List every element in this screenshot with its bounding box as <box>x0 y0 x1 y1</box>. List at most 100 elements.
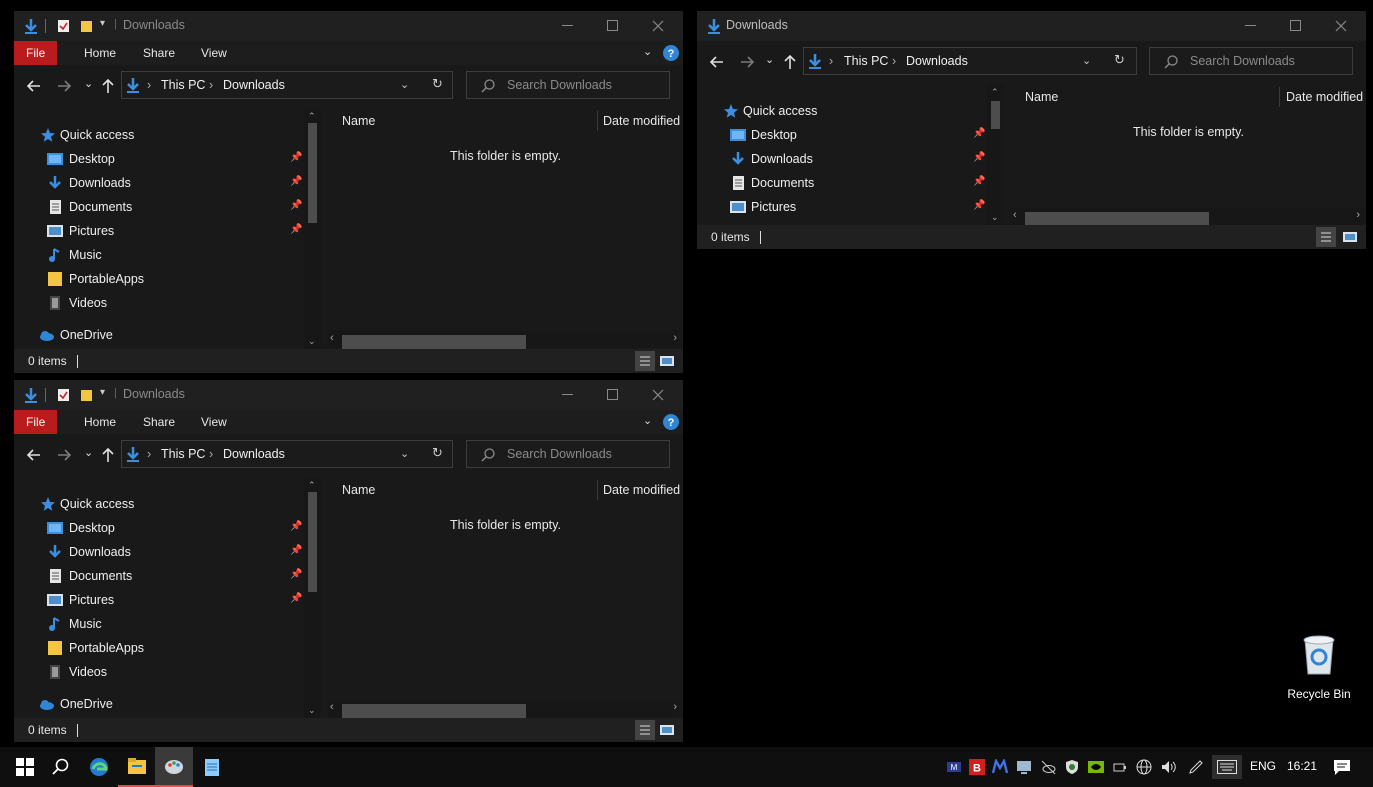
file-list[interactable]: Name Date modified This folder is empty.… <box>324 109 683 349</box>
breadcrumb-downloads[interactable]: Downloads <box>223 447 285 461</box>
recent-locations-chevron-icon[interactable]: ⌄ <box>84 446 93 459</box>
nav-vertical-scrollbar[interactable]: ⌃ ⌄ <box>304 109 321 349</box>
minimize-button[interactable] <box>545 380 590 410</box>
large-icons-view-icon[interactable] <box>657 720 677 740</box>
breadcrumb-this-pc[interactable]: This PC <box>844 54 888 68</box>
recent-locations-chevron-icon[interactable]: ⌄ <box>84 77 93 90</box>
ribbon-tab-share[interactable]: Share <box>131 410 187 434</box>
large-icons-view-icon[interactable] <box>1340 227 1360 247</box>
address-bar[interactable]: › This PC › Downloads ⌄ ↻ <box>121 71 453 99</box>
breadcrumb-this-pc[interactable]: This PC <box>161 447 205 461</box>
volume-icon[interactable] <box>1160 759 1176 775</box>
maximize-button[interactable] <box>590 11 635 41</box>
address-dropdown-icon[interactable]: ⌄ <box>1082 54 1091 67</box>
refresh-icon[interactable]: ↻ <box>432 445 443 461</box>
address-bar[interactable]: › This PC › Downloads ⌄ ↻ <box>121 440 453 468</box>
cloud-offline-icon[interactable] <box>1040 759 1056 775</box>
back-arrow-icon[interactable] <box>709 55 725 69</box>
close-button[interactable] <box>635 380 680 410</box>
properties-icon[interactable] <box>57 19 70 33</box>
maximize-button[interactable] <box>590 380 635 410</box>
forward-arrow-icon[interactable] <box>56 79 72 93</box>
nav-vertical-scrollbar[interactable]: ⌃ ⌄ <box>987 85 1004 225</box>
breadcrumb-downloads[interactable]: Downloads <box>906 54 968 68</box>
nvidia-icon[interactable] <box>1088 759 1104 775</box>
pin-icon[interactable]: 📌 <box>290 152 302 163</box>
expand-ribbon-icon[interactable]: ⌄ <box>643 414 652 427</box>
taskbar-file-explorer[interactable] <box>118 747 156 787</box>
pin-icon[interactable]: 📌 <box>290 521 302 532</box>
input-language[interactable]: ENG <box>1250 759 1276 773</box>
column-header-date-modified[interactable]: Date modified <box>603 483 680 497</box>
scrollbar-thumb[interactable] <box>342 335 526 349</box>
touch-keyboard-button[interactable] <box>1212 755 1242 779</box>
pin-icon[interactable]: 📌 <box>973 200 985 211</box>
scrollbar-thumb[interactable] <box>308 123 317 223</box>
bitdefender-icon[interactable]: B <box>969 759 985 775</box>
search-box[interactable]: Search Downloads <box>1149 47 1353 75</box>
desktop-icon-recycle-bin[interactable]: Recycle Bin <box>1284 632 1354 701</box>
up-arrow-icon[interactable] <box>783 54 797 70</box>
file-list-horizontal-scrollbar[interactable]: ‹ › <box>328 331 679 349</box>
file-list-horizontal-scrollbar[interactable]: ‹ › <box>328 700 679 718</box>
refresh-icon[interactable]: ↻ <box>1114 52 1125 68</box>
scrollbar-thumb[interactable] <box>991 101 1000 129</box>
breadcrumb-downloads[interactable]: Downloads <box>223 78 285 92</box>
ribbon-tab-home[interactable]: Home <box>72 410 128 434</box>
breadcrumb-this-pc[interactable]: This PC <box>161 78 205 92</box>
ribbon-tab-home[interactable]: Home <box>72 41 128 65</box>
minimize-button[interactable] <box>1228 11 1273 41</box>
column-header-name[interactable]: Name <box>342 483 375 497</box>
taskbar-edge[interactable] <box>80 747 118 787</box>
forward-arrow-icon[interactable] <box>56 448 72 462</box>
taskbar-notepad[interactable] <box>193 747 231 787</box>
column-header-name[interactable]: Name <box>342 114 375 128</box>
up-arrow-icon[interactable] <box>101 447 115 463</box>
back-arrow-icon[interactable] <box>26 448 42 462</box>
large-icons-view-icon[interactable] <box>657 351 677 371</box>
pin-icon[interactable]: 📌 <box>973 128 985 139</box>
display-icon[interactable] <box>1016 759 1032 775</box>
help-icon[interactable]: ? <box>663 45 679 61</box>
minimize-button[interactable] <box>545 11 590 41</box>
pen-ink-icon[interactable] <box>1188 759 1204 775</box>
ribbon-tab-file[interactable]: File <box>14 410 58 434</box>
scrollbar-thumb[interactable] <box>1025 212 1209 226</box>
customize-qat-icon[interactable]: ▾ <box>100 387 105 398</box>
taskbar-search-button[interactable] <box>42 747 80 787</box>
close-button[interactable] <box>635 11 680 41</box>
scrollbar-thumb[interactable] <box>308 492 317 592</box>
pin-icon[interactable]: 📌 <box>290 569 302 580</box>
ribbon-tab-view[interactable]: View <box>189 410 239 434</box>
expand-ribbon-icon[interactable]: ⌄ <box>643 45 652 58</box>
recent-locations-chevron-icon[interactable]: ⌄ <box>765 53 774 66</box>
back-arrow-icon[interactable] <box>26 79 42 93</box>
address-bar[interactable]: › This PC › Downloads ⌄ ↻ <box>803 47 1137 75</box>
pin-icon[interactable]: 📌 <box>973 152 985 163</box>
clock[interactable]: 16:21 <box>1287 759 1317 773</box>
pin-icon[interactable]: 📌 <box>973 176 985 187</box>
new-folder-icon[interactable] <box>80 388 93 402</box>
help-icon[interactable]: ? <box>663 414 679 430</box>
pin-icon[interactable]: 📌 <box>290 224 302 235</box>
action-center-icon[interactable] <box>1333 759 1351 777</box>
file-list[interactable]: Name Date modified This folder is empty.… <box>1007 85 1366 226</box>
pin-icon[interactable]: 📌 <box>290 593 302 604</box>
column-header-date-modified[interactable]: Date modified <box>1286 90 1363 104</box>
file-list-horizontal-scrollbar[interactable]: ‹ › <box>1011 208 1362 226</box>
column-header-date-modified[interactable]: Date modified <box>603 114 680 128</box>
pin-icon[interactable]: 📌 <box>290 200 302 211</box>
search-box[interactable]: Search Downloads <box>466 440 670 468</box>
new-folder-icon[interactable] <box>80 19 93 33</box>
title-bar[interactable]: Downloads <box>697 11 1366 41</box>
ribbon-tab-file[interactable]: File <box>14 41 58 65</box>
forward-arrow-icon[interactable] <box>739 55 755 69</box>
file-list[interactable]: Name Date modified This folder is empty.… <box>324 478 683 718</box>
up-arrow-icon[interactable] <box>101 78 115 94</box>
pin-icon[interactable]: 📌 <box>290 545 302 556</box>
tray-app-icon[interactable]: M <box>946 759 962 775</box>
close-button[interactable] <box>1318 11 1363 41</box>
scrollbar-thumb[interactable] <box>342 704 526 718</box>
taskbar-paint[interactable] <box>155 747 193 787</box>
network-power-icon[interactable] <box>1112 759 1128 775</box>
